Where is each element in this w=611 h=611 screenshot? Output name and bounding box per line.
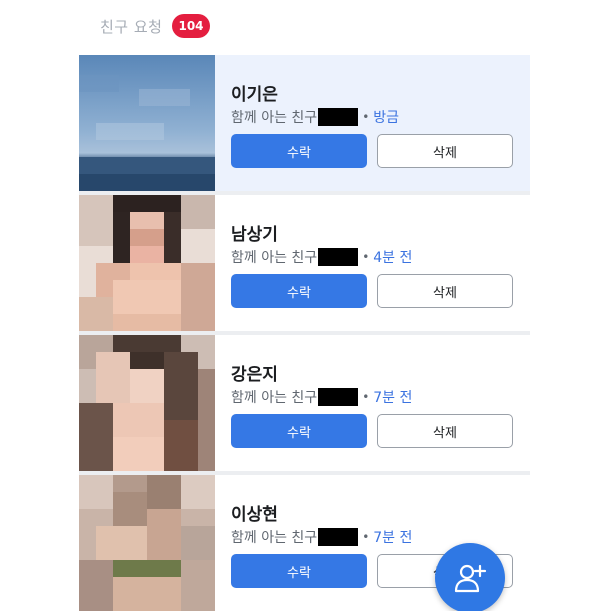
request-time: 방금: [373, 110, 400, 126]
request-time: 7분 전: [373, 390, 413, 406]
redacted-block: [318, 248, 359, 266]
friend-request-list: 이기은 함께 아는 친구 • 방금 수락 삭제 남상기 함께 아는 친구 • 4…: [79, 55, 530, 611]
requester-name[interactable]: 강은지: [231, 360, 278, 385]
redacted-block: [318, 528, 359, 546]
add-friend-icon: [454, 564, 487, 593]
request-count-badge: 104: [172, 14, 210, 38]
page-title: 친구 요청: [100, 17, 163, 36]
friend-request-row: 남상기 함께 아는 친구 • 4분 전 수락 삭제: [79, 195, 530, 335]
avatar[interactable]: [79, 475, 215, 611]
delete-button[interactable]: 삭제: [377, 414, 513, 448]
requester-name[interactable]: 남상기: [231, 220, 278, 245]
request-meta: 함께 아는 친구 • 4분 전: [231, 247, 412, 267]
avatar[interactable]: [79, 195, 215, 331]
friend-requests-header: 친구 요청 104: [100, 13, 210, 39]
mutual-friends-label: 함께 아는 친구: [231, 110, 318, 126]
redacted-block: [318, 108, 359, 126]
friend-request-row: 이기은 함께 아는 친구 • 방금 수락 삭제: [79, 55, 530, 195]
separator-dot: •: [362, 390, 370, 404]
avatar[interactable]: [79, 55, 215, 191]
accept-button[interactable]: 수락: [231, 274, 367, 308]
separator-dot: •: [362, 110, 370, 124]
request-meta: 함께 아는 친구 • 7분 전: [231, 387, 412, 407]
accept-button[interactable]: 수락: [231, 554, 367, 588]
accept-button[interactable]: 수락: [231, 414, 367, 448]
request-meta: 함께 아는 친구 • 방금: [231, 107, 399, 127]
request-time: 4분 전: [373, 250, 413, 266]
accept-button[interactable]: 수락: [231, 134, 367, 168]
avatar[interactable]: [79, 335, 215, 471]
request-meta: 함께 아는 친구 • 7분 전: [231, 527, 412, 547]
mutual-friends-label: 함께 아는 친구: [231, 390, 318, 406]
friend-requests-page: 친구 요청 104 이기은 함께 아는 친구 • 방금 수락 삭제 남상기 함께…: [0, 0, 611, 611]
mutual-friends-label: 함께 아는 친구: [231, 530, 318, 546]
requester-name[interactable]: 이상현: [231, 500, 278, 525]
request-time: 7분 전: [373, 530, 413, 546]
redacted-block: [318, 388, 359, 406]
separator-dot: •: [362, 530, 370, 544]
friend-request-row: 강은지 함께 아는 친구 • 7분 전 수락 삭제: [79, 335, 530, 475]
mutual-friends-label: 함께 아는 친구: [231, 250, 318, 266]
add-friend-fab[interactable]: [435, 543, 505, 611]
delete-button[interactable]: 삭제: [377, 274, 513, 308]
requester-name[interactable]: 이기은: [231, 80, 278, 105]
delete-button[interactable]: 삭제: [377, 134, 513, 168]
separator-dot: •: [362, 250, 370, 264]
